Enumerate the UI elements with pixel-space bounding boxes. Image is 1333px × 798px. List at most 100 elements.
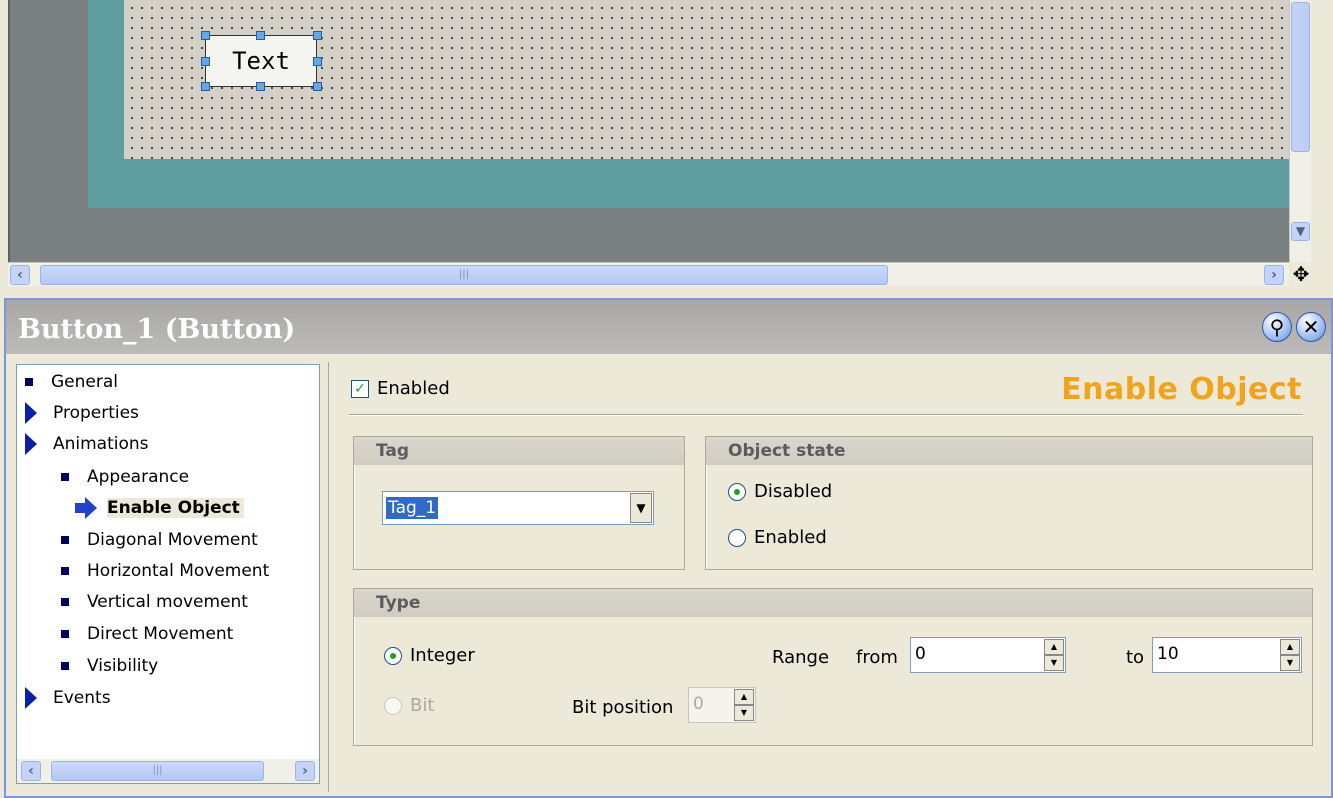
property-tree: General Properties Animations Appearance… <box>16 364 320 784</box>
radio-icon[interactable] <box>384 696 402 715</box>
bit-position-label: Bit position <box>572 697 674 718</box>
object-state-group: Object state Disabled Enabled <box>705 436 1313 570</box>
radio-label: Bit <box>410 695 435 716</box>
nav-item-label: Enable Object <box>107 498 244 518</box>
object-state-group-title: Object state <box>706 437 1312 465</box>
enable-object-pane: ✓ Enabled Enable Object Tag Tag_1 ▼ Obje… <box>328 362 1328 792</box>
expand-triangle-icon[interactable] <box>25 402 37 424</box>
expand-triangle-icon[interactable] <box>25 687 37 709</box>
nav-item-label: Diagonal Movement <box>87 530 258 550</box>
nav-item-properties[interactable]: Properties <box>17 398 139 428</box>
spinner-buttons[interactable]: ▲ ▼ <box>1280 639 1300 671</box>
horizontal-scroll-thumb[interactable]: ||| <box>40 265 888 285</box>
inspector-header: Button_1 (Button) ⚲ ✕ <box>6 300 1331 354</box>
radio-selected-icon[interactable] <box>384 646 402 665</box>
radio-label: Integer <box>410 645 475 666</box>
range-to-spinner[interactable]: 10 ▲ ▼ <box>1152 637 1302 673</box>
range-from-value[interactable]: 0 <box>915 644 926 664</box>
nav-item-label: Appearance <box>87 467 190 487</box>
spin-up-icon[interactable]: ▲ <box>734 689 754 705</box>
tag-group-title: Tag <box>354 437 684 465</box>
enabled-checkbox-label: Enabled <box>377 378 450 399</box>
resize-handle[interactable] <box>201 31 210 40</box>
nav-item-general[interactable]: General <box>17 367 118 397</box>
nav-item-label: Animations <box>53 434 149 454</box>
tree-scroll-thumb[interactable]: ||| <box>51 761 264 781</box>
radio-label: Enabled <box>754 527 827 548</box>
bullet-icon <box>61 598 69 606</box>
bullet-icon <box>61 567 69 575</box>
scroll-right-icon[interactable]: › <box>295 761 315 781</box>
resize-handle[interactable] <box>256 31 265 40</box>
resize-handle[interactable] <box>256 82 265 91</box>
horizontal-scrollbar[interactable]: ‹ ||| › <box>8 262 1289 286</box>
inspector-title: Button_1 (Button) <box>18 314 296 345</box>
scroll-left-icon[interactable]: ‹ <box>21 761 41 781</box>
nav-item-direct-movement[interactable]: Direct Movement <box>53 619 233 649</box>
scroll-down-icon[interactable]: ▼ <box>1291 222 1310 241</box>
type-bit-radio[interactable]: Bit <box>384 695 434 716</box>
range-from-label: from <box>856 647 898 668</box>
resize-handle[interactable] <box>313 31 322 40</box>
radio-icon[interactable] <box>728 528 746 547</box>
close-icon[interactable]: ✕ <box>1296 312 1326 342</box>
vertical-scroll-thumb[interactable] <box>1291 2 1310 152</box>
resize-handle[interactable] <box>201 57 210 66</box>
resize-handle[interactable] <box>313 57 322 66</box>
nav-item-vertical-movement[interactable]: Vertical movement <box>53 587 248 617</box>
nav-item-label: Visibility <box>87 656 159 676</box>
nav-item-diagonal-movement[interactable]: Diagonal Movement <box>53 525 258 555</box>
selected-arrow-icon <box>75 497 99 519</box>
enabled-checkbox[interactable]: ✓ <box>351 379 369 398</box>
nav-item-label: Direct Movement <box>87 624 234 644</box>
divider <box>349 414 1303 416</box>
bullet-icon <box>25 378 33 386</box>
properties-inspector: Button_1 (Button) ⚲ ✕ General Properties… <box>4 298 1333 798</box>
type-group-title: Type <box>354 589 1312 617</box>
type-group: Type Integer Bit Range from 0 ▲ ▼ to 10 <box>353 588 1313 746</box>
scroll-left-icon[interactable]: ‹ <box>10 265 30 285</box>
bullet-icon <box>61 536 69 544</box>
nav-item-events[interactable]: Events <box>17 683 111 713</box>
nav-item-label: General <box>51 372 118 392</box>
radio-selected-icon[interactable] <box>728 482 746 501</box>
bit-position-value[interactable]: 0 <box>693 694 704 714</box>
nav-item-appearance[interactable]: Appearance <box>53 462 189 492</box>
enabled-checkbox-row[interactable]: ✓ Enabled <box>351 378 450 399</box>
tag-combobox[interactable]: Tag_1 ▼ <box>382 491 654 525</box>
chevron-down-icon[interactable]: ▼ <box>630 493 652 523</box>
range-to-label: to <box>1126 647 1145 668</box>
nav-item-visibility[interactable]: Visibility <box>53 651 158 681</box>
spinner-buttons[interactable]: ▲ ▼ <box>1044 639 1064 671</box>
resize-handle[interactable] <box>201 82 210 91</box>
range-from-spinner[interactable]: 0 ▲ ▼ <box>910 637 1066 673</box>
spin-down-icon[interactable]: ▼ <box>1280 655 1300 671</box>
nav-item-animations[interactable]: Animations <box>17 429 149 459</box>
state-disabled-radio[interactable]: Disabled <box>728 481 832 502</box>
nav-item-label: Vertical movement <box>87 592 248 612</box>
tree-horizontal-scrollbar[interactable]: ‹ ||| › <box>17 759 319 783</box>
bit-position-spinner[interactable]: 0 ▲ ▼ <box>688 687 756 723</box>
spin-down-icon[interactable]: ▼ <box>1044 655 1064 671</box>
text-object[interactable]: Text <box>205 35 317 87</box>
spin-down-icon[interactable]: ▼ <box>734 705 754 721</box>
scroll-right-icon[interactable]: › <box>1264 265 1284 285</box>
move-icon[interactable]: ✥ <box>1290 262 1312 286</box>
screen-editor: Text ▼ ‹ ||| › ✥ <box>0 0 1333 296</box>
spin-up-icon[interactable]: ▲ <box>1280 639 1300 655</box>
nav-item-enable-object[interactable]: Enable Object <box>75 493 244 523</box>
range-to-value[interactable]: 10 <box>1157 644 1179 664</box>
nav-item-label: Horizontal Movement <box>87 561 270 581</box>
tag-combobox-value: Tag_1 <box>386 497 439 519</box>
nav-item-label: Events <box>53 688 111 708</box>
type-integer-radio[interactable]: Integer <box>384 645 475 666</box>
pin-icon[interactable]: ⚲ <box>1262 312 1292 342</box>
expand-triangle-icon[interactable] <box>25 433 37 455</box>
spin-up-icon[interactable]: ▲ <box>1044 639 1064 655</box>
resize-handle[interactable] <box>313 82 322 91</box>
spinner-buttons[interactable]: ▲ ▼ <box>734 689 754 721</box>
bullet-icon <box>61 630 69 638</box>
state-enabled-radio[interactable]: Enabled <box>728 527 827 548</box>
vertical-scrollbar[interactable]: ▼ <box>1289 0 1311 262</box>
nav-item-horizontal-movement[interactable]: Horizontal Movement <box>53 556 269 586</box>
